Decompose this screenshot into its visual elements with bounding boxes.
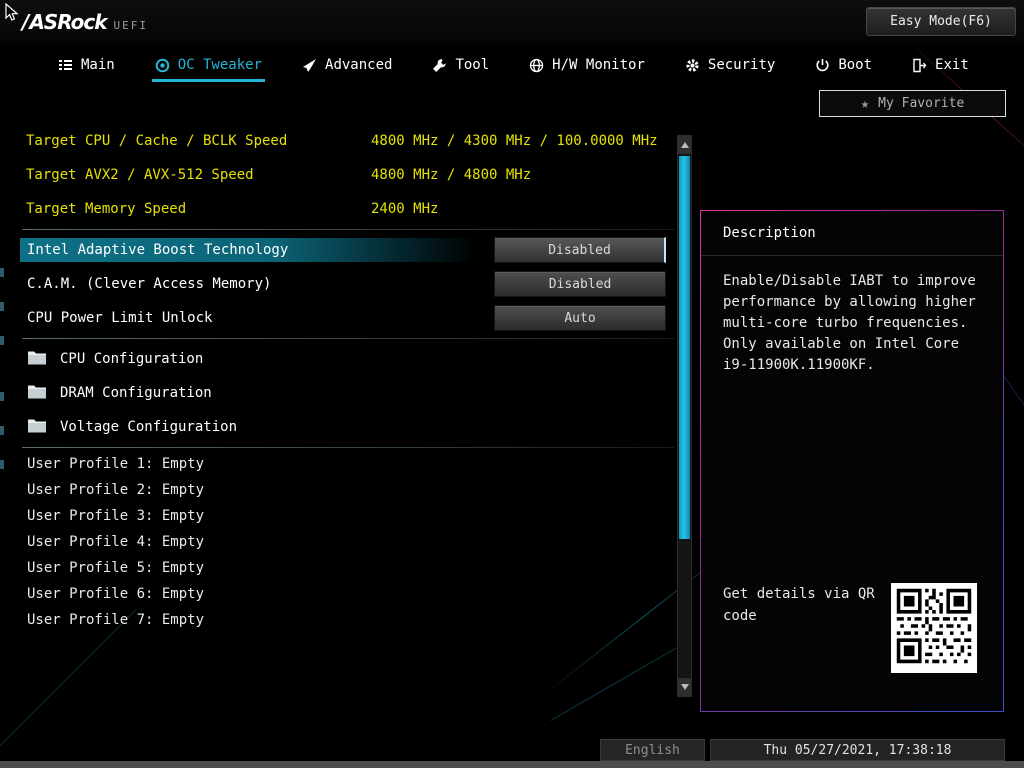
info-value: 4800 MHz / 4300 MHz / 100.0000 MHz xyxy=(371,133,658,149)
user-profile-5[interactable]: User Profile 5: Empty xyxy=(20,555,676,581)
cpu-power-limit-value-button[interactable]: Auto xyxy=(494,305,666,331)
setting-row-cam[interactable]: C.A.M. (Clever Access Memory) Disabled xyxy=(20,267,676,301)
row-marker xyxy=(0,336,4,345)
target-memory-speed-row: Target Memory Speed 2400 MHz xyxy=(20,192,676,226)
boot-power-icon xyxy=(815,58,830,73)
row-marker xyxy=(0,460,4,469)
tab-tool[interactable]: Tool xyxy=(432,44,489,86)
tab-oc-tweaker[interactable]: OC Tweaker xyxy=(155,44,262,86)
setting-label: CPU Power Limit Unlock xyxy=(20,306,478,330)
info-label: Target CPU / Cache / BCLK Speed xyxy=(20,133,371,149)
tab-label: Security xyxy=(708,57,775,73)
tab-boot[interactable]: Boot xyxy=(815,44,872,86)
brand-uefi-label: UEFI xyxy=(114,19,149,32)
user-profile-3[interactable]: User Profile 3: Empty xyxy=(20,503,676,529)
advanced-rocket-icon xyxy=(302,58,317,73)
info-label: Target Memory Speed xyxy=(20,201,371,217)
target-cpu-speed-row: Target CPU / Cache / BCLK Speed 4800 MHz… xyxy=(20,124,676,158)
arrow-down-icon xyxy=(681,684,689,690)
user-profile-1[interactable]: User Profile 1: Empty xyxy=(20,451,676,477)
folder-label: CPU Configuration xyxy=(60,351,203,367)
scrollbar-thumb[interactable] xyxy=(679,156,690,539)
folder-cpu-configuration[interactable]: CPU Configuration xyxy=(20,342,676,376)
security-gear-icon xyxy=(685,58,700,73)
tab-main[interactable]: Main xyxy=(58,44,115,86)
target-avx-speed-row: Target AVX2 / AVX-512 Speed 4800 MHz / 4… xyxy=(20,158,676,192)
folder-label: DRAM Configuration xyxy=(60,385,212,401)
tool-wrench-icon xyxy=(432,58,447,73)
datetime-display: Thu 05/27/2021, 17:38:18 xyxy=(710,739,1005,761)
user-profile-6[interactable]: User Profile 6: Empty xyxy=(20,581,676,607)
setting-row-cpu-power-limit[interactable]: CPU Power Limit Unlock Auto xyxy=(20,301,676,335)
tab-security[interactable]: Security xyxy=(685,44,775,86)
asrock-logo: ASRock UEFI xyxy=(22,10,148,34)
cam-value-button[interactable]: Disabled xyxy=(494,271,666,297)
my-favorite-button[interactable]: ★ My Favorite xyxy=(819,90,1006,117)
tab-advanced[interactable]: Advanced xyxy=(302,44,392,86)
tab-label: OC Tweaker xyxy=(178,57,262,73)
tab-hw-monitor[interactable]: H/W Monitor xyxy=(529,44,645,86)
info-label: Target AVX2 / AVX-512 Speed xyxy=(20,167,371,183)
star-icon: ★ xyxy=(861,97,869,111)
uefi-screen: ASRock UEFI Easy Mode(F6) Main OC Tweake… xyxy=(0,0,1024,768)
row-marker xyxy=(0,426,4,435)
info-value: 2400 MHz xyxy=(371,201,438,217)
description-panel: Description Enable/Disable IABT to impro… xyxy=(700,210,1004,712)
active-tab-underline xyxy=(152,79,265,82)
tab-label: Advanced xyxy=(325,57,392,73)
folder-dram-configuration[interactable]: DRAM Configuration xyxy=(20,376,676,410)
qr-caption: Get details via QR code xyxy=(723,583,875,627)
info-value: 4800 MHz / 4800 MHz xyxy=(371,167,531,183)
top-bar: ASRock UEFI Easy Mode(F6) xyxy=(0,0,1024,44)
brand-name: ASRock xyxy=(22,10,107,34)
tab-label: Exit xyxy=(935,57,969,73)
setting-label: C.A.M. (Clever Access Memory) xyxy=(20,272,478,296)
section-divider xyxy=(22,229,674,230)
qr-code xyxy=(891,583,977,673)
folder-voltage-configuration[interactable]: Voltage Configuration xyxy=(20,410,676,444)
scrollbar xyxy=(677,135,692,697)
user-profile-4[interactable]: User Profile 4: Empty xyxy=(20,529,676,555)
nav-bar: Main OC Tweaker Advanced Tool H/W Mon xyxy=(0,44,1024,86)
main-icon xyxy=(58,58,73,73)
section-divider xyxy=(22,338,674,339)
intel-adaptive-boost-value-button[interactable]: Disabled xyxy=(494,237,666,263)
bottom-strip xyxy=(0,761,1024,768)
oc-tweaker-icon xyxy=(155,58,170,73)
setting-label: Intel Adaptive Boost Technology xyxy=(20,238,478,262)
tab-label: H/W Monitor xyxy=(552,57,645,73)
qr-section: Get details via QR code xyxy=(723,583,977,673)
tab-label: Tool xyxy=(455,57,489,73)
scroll-up-button[interactable] xyxy=(678,136,691,154)
user-profile-2[interactable]: User Profile 2: Empty xyxy=(20,477,676,503)
folder-icon xyxy=(27,418,47,437)
folder-icon xyxy=(27,384,47,403)
mouse-cursor xyxy=(5,3,19,23)
easy-mode-button[interactable]: Easy Mode(F6) xyxy=(866,7,1016,36)
description-body: Enable/Disable IABT to improve performan… xyxy=(701,256,1003,376)
section-divider xyxy=(22,447,674,448)
folder-label: Voltage Configuration xyxy=(60,419,237,435)
arrow-up-icon xyxy=(681,142,689,148)
language-button[interactable]: English xyxy=(600,739,705,761)
exit-icon xyxy=(912,58,927,73)
settings-list: Target CPU / Cache / BCLK Speed 4800 MHz… xyxy=(20,124,676,633)
tab-exit[interactable]: Exit xyxy=(912,44,969,86)
deco-line xyxy=(550,640,689,721)
my-favorite-label: My Favorite xyxy=(878,96,964,111)
scroll-down-button[interactable] xyxy=(678,678,691,696)
setting-row-intel-adaptive-boost[interactable]: Intel Adaptive Boost Technology Disabled xyxy=(20,233,676,267)
hw-monitor-globe-icon xyxy=(529,58,544,73)
row-marker xyxy=(0,302,4,311)
row-marker xyxy=(0,268,4,277)
folder-icon xyxy=(27,350,47,369)
tab-label: Boot xyxy=(838,57,872,73)
row-marker xyxy=(0,392,4,401)
tab-label: Main xyxy=(81,57,115,73)
description-title: Description xyxy=(701,211,1003,256)
user-profile-7[interactable]: User Profile 7: Empty xyxy=(20,607,676,633)
